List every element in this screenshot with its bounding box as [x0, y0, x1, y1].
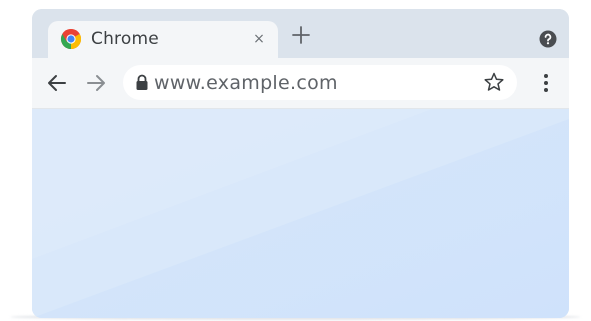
browser-window: Chrome × www.example.com — [32, 9, 569, 318]
tab-title: Chrome — [91, 29, 159, 49]
address-bar[interactable]: www.example.com — [123, 65, 517, 100]
page-content — [32, 109, 569, 318]
stage: Chrome × www.example.com — [0, 0, 591, 321]
close-icon[interactable]: × — [252, 31, 266, 47]
toolbar: www.example.com — [32, 58, 569, 109]
star-icon[interactable] — [483, 71, 505, 93]
tab-strip: Chrome × — [32, 9, 569, 58]
more-vertical-icon[interactable] — [539, 72, 553, 94]
arrow-left-icon[interactable] — [44, 70, 70, 96]
url-text[interactable]: www.example.com — [154, 72, 338, 94]
content-background — [32, 109, 569, 318]
lock-icon — [136, 74, 148, 90]
arrow-right-icon[interactable] — [83, 70, 109, 96]
tab-chrome[interactable]: Chrome × — [48, 21, 278, 58]
chrome-logo-icon — [61, 29, 81, 49]
help-icon[interactable] — [539, 30, 557, 48]
plus-icon[interactable] — [289, 23, 313, 47]
